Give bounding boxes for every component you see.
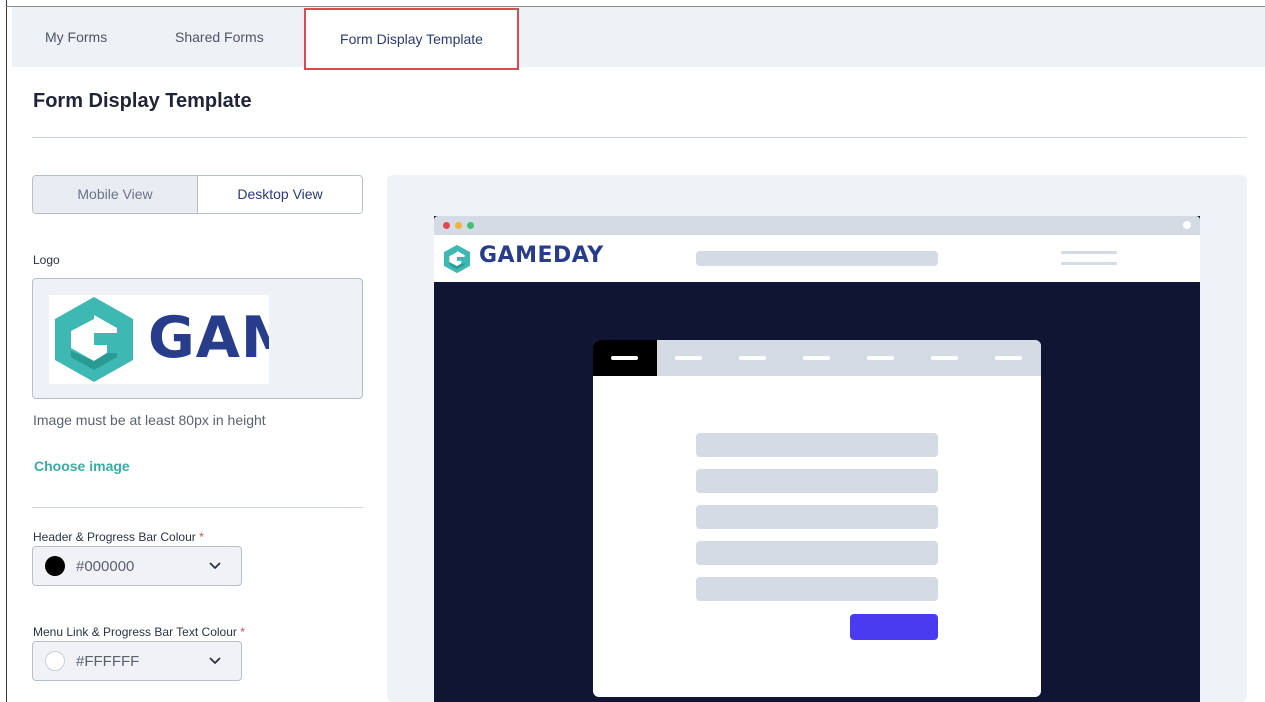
gameday-g-icon <box>55 297 133 382</box>
chevron-down-icon <box>209 562 221 569</box>
mobile-view-button[interactable]: Mobile View <box>33 176 198 213</box>
window-dot-icon <box>455 222 462 229</box>
preview-progress-bar <box>593 340 1041 376</box>
chevron-down-icon <box>209 657 221 664</box>
menu-colour-label-text: Menu Link & Progress Bar Text Colour <box>33 625 237 639</box>
logo-wordmark: GAMEDAY <box>148 305 269 371</box>
header-colour-value: #000000 <box>76 558 135 575</box>
window-dot-icon <box>1183 221 1191 229</box>
header-colour-label: Header & Progress Bar Colour * <box>33 530 204 544</box>
desktop-view-button[interactable]: Desktop View <box>198 176 362 213</box>
gameday-g-icon <box>444 244 470 274</box>
preview-browser: GAMEDAY <box>434 216 1200 702</box>
header-colour-label-text: Header & Progress Bar Colour <box>33 530 196 544</box>
progress-step-dash <box>803 356 830 360</box>
colour-swatch <box>45 651 65 671</box>
logo-hint: Image must be at least 80px in height <box>33 412 266 428</box>
view-toggle: Mobile View Desktop View <box>32 175 363 214</box>
progress-step-dash <box>675 356 702 360</box>
progress-step-dash <box>995 356 1022 360</box>
logo-upload-box[interactable]: GAMEDAY <box>32 278 363 399</box>
preview-form-card <box>593 340 1041 697</box>
tab-shared-forms[interactable]: Shared Forms <box>175 7 264 67</box>
progress-step-dash <box>611 356 638 360</box>
choose-image-link[interactable]: Choose image <box>34 458 130 474</box>
preview-site-name: GAMEDAY <box>479 243 604 268</box>
menu-line-icon <box>1061 251 1117 254</box>
logo-label: Logo <box>33 253 60 267</box>
required-mark: * <box>240 625 245 639</box>
progress-step-dash <box>739 356 766 360</box>
preview-field-placeholder <box>696 469 938 493</box>
preview-site-header: GAMEDAY <box>434 235 1200 282</box>
preview-field-placeholder <box>696 541 938 565</box>
progress-step-dash <box>867 356 894 360</box>
divider <box>32 137 1246 138</box>
window-dot-icon <box>467 222 474 229</box>
required-mark: * <box>199 530 204 544</box>
preview-submit-button <box>850 614 938 640</box>
header-colour-select[interactable]: #000000 <box>32 546 242 586</box>
browser-chrome <box>434 216 1200 235</box>
window-dot-icon <box>443 222 450 229</box>
app-window: My Forms Shared Forms Form Display Templ… <box>0 0 1265 702</box>
logo-image: GAMEDAY <box>49 295 269 384</box>
preview-field-placeholder <box>696 433 938 457</box>
menu-line-icon <box>1061 262 1117 265</box>
progress-step-dash <box>931 356 958 360</box>
divider <box>32 507 363 508</box>
page-title: Form Display Template <box>33 90 252 112</box>
menu-colour-select[interactable]: #FFFFFF <box>32 641 242 681</box>
menu-colour-label: Menu Link & Progress Bar Text Colour * <box>33 625 245 639</box>
preview-search-placeholder <box>696 251 938 266</box>
preview-field-placeholder <box>696 505 938 529</box>
tab-my-forms[interactable]: My Forms <box>45 7 107 67</box>
tab-bar: My Forms Shared Forms Form Display Templ… <box>12 7 1265 70</box>
window-border-left <box>6 0 7 702</box>
tab-form-display-template[interactable]: Form Display Template <box>304 8 519 70</box>
preview-field-placeholder <box>696 577 938 601</box>
menu-colour-value: #FFFFFF <box>76 653 140 670</box>
colour-swatch <box>45 556 65 576</box>
